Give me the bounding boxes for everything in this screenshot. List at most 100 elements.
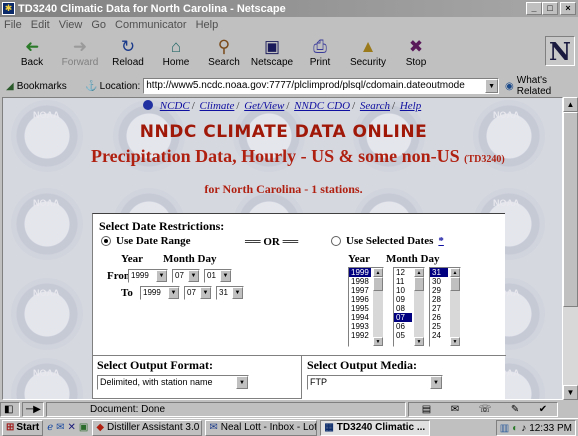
window-title-bar[interactable]: ✱ TD3240 Climatic Data for North Carolin… <box>0 0 578 17</box>
scroll-down-icon[interactable]: ▼ <box>450 337 460 346</box>
listbox-option[interactable]: 12 <box>394 268 412 277</box>
scroll-thumb[interactable] <box>373 277 383 291</box>
month-listbox[interactable]: 12 11 10 09 08 07 06 05 ▲ ▼ <box>393 267 425 347</box>
scroll-down-icon[interactable]: ▼ <box>563 385 578 400</box>
listbox-option[interactable]: 06 <box>394 322 412 331</box>
use-selected-dates-radio[interactable]: Use Selected Dates * <box>331 235 444 247</box>
task-td3240[interactable]: ▦ TD3240 Climatic ... <box>320 419 431 436</box>
output-format-select[interactable]: Delimited, with station name ▼ <box>97 375 249 390</box>
listbox-option[interactable]: 1998 <box>349 277 371 286</box>
search-button[interactable]: ⚲ Search <box>200 37 248 73</box>
listbox-option[interactable]: 26 <box>430 313 448 322</box>
url-input[interactable]: http://www5.ncdc.noaa.gov:7777/plclimpro… <box>143 78 500 94</box>
listbox-scrollbar[interactable]: ▲ ▼ <box>450 268 460 346</box>
listbox-option[interactable]: 1997 <box>349 286 371 295</box>
page-viewport[interactable]: NOAA NOAA NOAA NOAA NOAA NOAA NOAA NOAA … <box>2 97 563 400</box>
home-button[interactable]: ⌂ Home <box>152 37 200 73</box>
menu-go[interactable]: Go <box>91 19 106 31</box>
back-button[interactable]: ➜ Back <box>8 37 56 73</box>
from-month-select[interactable]: 07 ▼ <box>172 269 200 283</box>
scroll-thumb[interactable] <box>450 277 460 291</box>
from-year-select[interactable]: 1999 ▼ <box>128 269 168 283</box>
page-scrollbar[interactable]: ▲ ▼ <box>563 97 578 400</box>
scroll-down-icon[interactable]: ▼ <box>373 337 383 346</box>
listbox-scrollbar[interactable]: ▲ ▼ <box>373 268 383 346</box>
forward-button[interactable]: ➜ Forward <box>56 37 104 73</box>
listbox-option[interactable]: 29 <box>430 286 448 295</box>
security-icon[interactable]: ✔ <box>539 404 547 415</box>
mail-icon[interactable]: ✉ <box>451 404 459 415</box>
nav-link-nndc-cdo[interactable]: NNDC CDO <box>294 100 350 112</box>
listbox-option[interactable]: 10 <box>394 286 412 295</box>
to-year-select[interactable]: 1999 ▼ <box>140 286 180 300</box>
scroll-thumb[interactable] <box>414 277 424 291</box>
listbox-option[interactable]: 24 <box>430 331 448 340</box>
from-day-select[interactable]: 01 ▼ <box>204 269 232 283</box>
year-listbox[interactable]: 1999 1998 1997 1996 1995 1994 1993 1992 … <box>348 267 384 347</box>
nav-link-ncdc[interactable]: NCDC <box>160 100 190 112</box>
security-button[interactable]: ▲ Security <box>344 37 392 73</box>
start-button[interactable]: ⊞ Start <box>2 419 44 436</box>
listbox-option[interactable]: 09 <box>394 295 412 304</box>
navigator-icon[interactable]: ▤ <box>422 404 431 415</box>
listbox-option[interactable]: 30 <box>430 277 448 286</box>
day-listbox[interactable]: 31 30 29 28 27 26 25 24 ▲ ▼ <box>429 267 461 347</box>
nav-link-search[interactable]: Search <box>360 100 390 112</box>
menu-edit[interactable]: Edit <box>31 19 50 31</box>
task-distiller[interactable]: ◆ Distiller Assistant 3.0 <box>92 419 203 436</box>
scroll-up-icon[interactable]: ▲ <box>373 268 383 277</box>
listbox-option[interactable]: 28 <box>430 295 448 304</box>
menu-view[interactable]: View <box>59 19 83 31</box>
discussion-icon[interactable]: ☏ <box>479 404 492 415</box>
listbox-option[interactable]: 05 <box>394 331 412 340</box>
nav-link-climate[interactable]: Climate <box>200 100 235 112</box>
outlook-icon[interactable]: ✉ <box>56 422 64 433</box>
tray-icon[interactable]: ▥ <box>500 423 509 434</box>
minimize-button[interactable]: _ <box>526 2 542 15</box>
listbox-option[interactable]: 1992 <box>349 331 371 340</box>
listbox-option[interactable]: 31 <box>430 268 448 277</box>
tray-icon[interactable]: ◐ <box>512 423 518 434</box>
volume-icon[interactable]: ♪ <box>521 423 526 434</box>
listbox-option[interactable]: 25 <box>430 322 448 331</box>
stop-button[interactable]: ✖ Stop <box>392 37 440 73</box>
listbox-option[interactable]: 1995 <box>349 304 371 313</box>
listbox-option[interactable]: 27 <box>430 304 448 313</box>
scroll-up-icon[interactable]: ▲ <box>450 268 460 277</box>
listbox-option[interactable]: 07 <box>394 313 412 322</box>
url-dropdown-icon[interactable]: ▼ <box>485 79 499 93</box>
scroll-up-icon[interactable]: ▲ <box>414 268 424 277</box>
close-button[interactable]: × <box>560 2 576 15</box>
desktop-icon[interactable]: ▣ <box>79 422 88 433</box>
netscape-button[interactable]: ▣ Netscape <box>248 37 296 73</box>
help-asterisk-link[interactable]: * <box>438 235 444 247</box>
reload-button[interactable]: ↻ Reload <box>104 37 152 73</box>
nav-link-get-view[interactable]: Get/View <box>244 100 284 112</box>
scroll-up-icon[interactable]: ▲ <box>563 97 578 112</box>
listbox-option[interactable]: 1999 <box>349 268 371 277</box>
nav-link-help[interactable]: Help <box>400 100 421 112</box>
bookmarks-button[interactable]: ◢ Bookmarks <box>6 81 85 92</box>
scroll-thumb[interactable] <box>563 112 578 307</box>
listbox-option[interactable]: 1993 <box>349 322 371 331</box>
output-media-select[interactable]: FTP ▼ <box>307 375 443 390</box>
menu-help[interactable]: Help <box>196 19 219 31</box>
task-inbox[interactable]: ✉ Neal Lott - Inbox - Lot... <box>205 419 318 436</box>
scroll-down-icon[interactable]: ▼ <box>414 337 424 346</box>
whats-related-button[interactable]: ◉ What's Related <box>505 75 578 97</box>
maximize-button[interactable]: □ <box>542 2 558 15</box>
listbox-option[interactable]: 08 <box>394 304 412 313</box>
listbox-option[interactable]: 11 <box>394 277 412 286</box>
menu-communicator[interactable]: Communicator <box>115 19 187 31</box>
listbox-option[interactable]: 1994 <box>349 313 371 322</box>
tools-icon[interactable]: ✕ <box>68 422 76 433</box>
use-date-range-radio[interactable]: Use Date Range <box>101 235 191 247</box>
internet-explorer-icon[interactable]: ℯ <box>47 422 53 433</box>
to-month-select[interactable]: 07 ▼ <box>184 286 212 300</box>
composer-icon[interactable]: ✎ <box>511 404 519 415</box>
listbox-scrollbar[interactable]: ▲ ▼ <box>414 268 424 346</box>
menu-file[interactable]: File <box>4 19 22 31</box>
print-button[interactable]: ⎙ Print <box>296 37 344 73</box>
to-day-select[interactable]: 31 ▼ <box>216 286 244 300</box>
listbox-option[interactable]: 1996 <box>349 295 371 304</box>
